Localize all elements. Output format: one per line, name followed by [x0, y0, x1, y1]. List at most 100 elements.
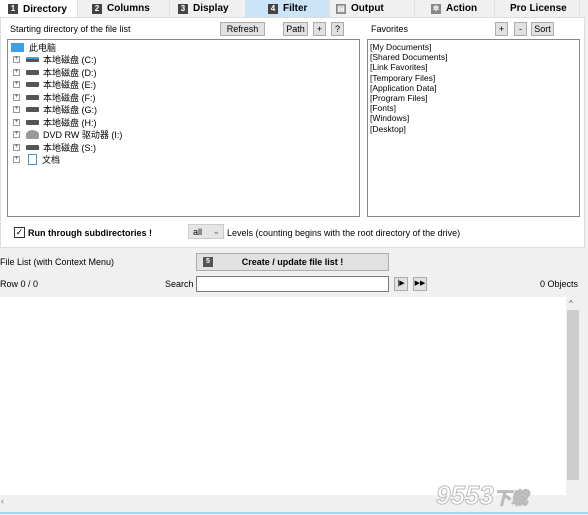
expand-icon[interactable]: +: [13, 93, 20, 101]
favorite-item[interactable]: [Application Data]: [370, 83, 577, 93]
tab-filter[interactable]: 4 Filter: [246, 0, 330, 17]
run-subdirectories-checkbox[interactable]: ✓: [14, 227, 25, 238]
file-list[interactable]: [0, 297, 580, 495]
tree-item[interactable]: + 本地磁盘 (G:): [8, 104, 359, 117]
tab-number: 1: [8, 4, 18, 14]
dvd-drive-icon: [26, 130, 39, 140]
document-icon: ▤: [336, 3, 346, 14]
gear-icon: ✲: [431, 3, 441, 14]
favorite-item[interactable]: [Desktop]: [370, 124, 577, 134]
favorite-item[interactable]: [Windows]: [370, 113, 577, 123]
favorites-label: Favorites: [371, 24, 409, 34]
expand-icon[interactable]: +: [13, 68, 20, 76]
tree-label: 本地磁盘 (G:): [43, 105, 97, 116]
tab-label: Filter: [283, 3, 308, 14]
scroll-up-icon[interactable]: ^: [569, 299, 573, 308]
tab-output[interactable]: ▤ Output: [330, 0, 415, 17]
path-button[interactable]: Path: [283, 22, 308, 36]
tree-label: 文档: [42, 155, 61, 166]
favorite-item[interactable]: [Link Favorites]: [370, 62, 577, 72]
file-list-label: File List (with Context Menu): [0, 257, 115, 267]
tab-columns[interactable]: 2 Columns: [84, 0, 170, 17]
tab-directory[interactable]: 1 Directory: [0, 0, 78, 18]
tree-label: 此电脑: [29, 42, 57, 53]
find-next-button[interactable]: |▶: [394, 277, 408, 291]
drive-icon: [26, 69, 39, 75]
drive-icon: [26, 107, 39, 113]
tree-item[interactable]: + 本地磁盘 (E:): [8, 79, 359, 92]
favorite-item[interactable]: [Temporary Files]: [370, 73, 577, 83]
tab-label: Columns: [107, 3, 150, 14]
vertical-scrollbar[interactable]: ^: [566, 297, 580, 495]
run-subdirectories-label: Run through subdirectories !: [28, 228, 153, 238]
drive-icon: [26, 94, 39, 100]
watermark-logo: 9553下载: [436, 480, 529, 511]
tab-display[interactable]: 3 Display: [170, 0, 246, 17]
directory-label: Starting directory of the file list: [10, 24, 131, 34]
add-favorite-button[interactable]: +: [495, 22, 508, 36]
chevron-down-icon: ⌄: [212, 226, 220, 236]
tree-item[interactable]: + 文档: [8, 154, 359, 167]
favorites-list[interactable]: [My Documents] [Shared Documents] [Link …: [367, 39, 580, 217]
levels-select[interactable]: all ⌄: [188, 224, 224, 239]
tab-number: 2: [92, 3, 102, 14]
favorite-item[interactable]: [Shared Documents]: [370, 52, 577, 62]
remove-favorite-button[interactable]: -: [514, 22, 527, 36]
objects-count: 0 Objects: [539, 279, 578, 289]
tree-label: DVD RW 驱动器 (I:): [43, 130, 123, 141]
tab-action[interactable]: ✲ Action: [415, 0, 495, 17]
tree-label: 本地磁盘 (D:): [43, 67, 97, 78]
search-input[interactable]: [196, 276, 389, 292]
expand-icon[interactable]: +: [13, 143, 20, 151]
tab-number: 3: [178, 3, 188, 14]
find-next-icon: |▶: [397, 280, 405, 287]
find-all-button[interactable]: ▶▶: [413, 277, 427, 291]
expand-icon[interactable]: +: [13, 156, 20, 164]
search-label: Search: [165, 279, 194, 289]
tree-item[interactable]: + 本地磁盘 (H:): [8, 116, 359, 129]
favorite-item[interactable]: [Program Files]: [370, 93, 577, 103]
sort-favorites-button[interactable]: Sort: [531, 22, 554, 36]
tab-number: 4: [268, 3, 278, 14]
tab-pro-license[interactable]: Pro License: [495, 0, 580, 17]
drive-icon: [26, 144, 39, 150]
drive-icon: [26, 119, 39, 125]
computer-icon: [11, 42, 24, 52]
levels-value: all: [193, 227, 203, 237]
tree-label: 本地磁盘 (C:): [43, 55, 97, 66]
expand-icon[interactable]: +: [13, 81, 20, 89]
tree-item[interactable]: + 本地磁盘 (S:): [8, 141, 359, 154]
tree-label: 本地磁盘 (H:): [43, 117, 97, 128]
scrollbar-thumb[interactable]: [567, 310, 579, 480]
tab-label: Display: [193, 3, 229, 14]
expand-icon[interactable]: +: [13, 118, 20, 126]
favorite-item[interactable]: [My Documents]: [370, 42, 577, 52]
levels-label: Levels (counting begins with the root di…: [227, 228, 461, 238]
favorite-item[interactable]: [Fonts]: [370, 103, 577, 113]
help-button[interactable]: ?: [331, 22, 344, 36]
tree-label: 本地磁盘 (F:): [43, 92, 96, 103]
expand-icon[interactable]: +: [13, 106, 20, 114]
add-path-button[interactable]: +: [313, 22, 326, 36]
tree-item[interactable]: + 本地磁盘 (C:): [8, 54, 359, 67]
system-drive-icon: [26, 57, 39, 63]
tab-label: Pro License: [510, 3, 567, 14]
tree-item[interactable]: + 本地磁盘 (F:): [8, 91, 359, 104]
create-file-list-button[interactable]: 5 Create / update file list !: [196, 253, 389, 271]
expand-icon[interactable]: +: [13, 131, 20, 139]
tree-label: 本地磁盘 (E:): [43, 80, 96, 91]
tree-item[interactable]: 此电脑: [8, 41, 359, 54]
tab-label: Directory: [23, 3, 67, 15]
create-label: Create / update file list !: [241, 257, 344, 267]
scroll-left-icon[interactable]: ‹: [1, 496, 4, 506]
tree-item[interactable]: + 本地磁盘 (D:): [8, 66, 359, 79]
row-counter: Row 0 / 0: [0, 279, 39, 289]
tree-item[interactable]: + DVD RW 驱动器 (I:): [8, 129, 359, 142]
status-divider: [0, 512, 588, 514]
fast-forward-icon: ▶▶: [414, 280, 426, 287]
refresh-button[interactable]: Refresh: [220, 22, 265, 36]
tab-label: Output: [351, 3, 384, 14]
directory-tree[interactable]: 此电脑 + 本地磁盘 (C:) + 本地磁盘 (D:) + 本地磁盘 (E:) + 本地…: [7, 39, 360, 217]
expand-icon[interactable]: +: [13, 56, 20, 64]
tab-label: Action: [446, 3, 478, 14]
